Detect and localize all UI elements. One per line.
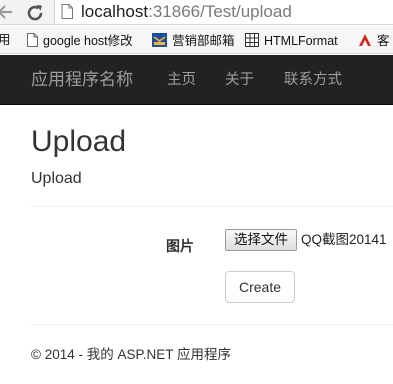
grid-icon: [245, 33, 259, 50]
page-icon: [61, 4, 73, 24]
page-title: Upload: [31, 125, 127, 158]
site-navbar: 应用程序名称 主页 关于 联系方式: [0, 55, 393, 105]
bookmark-label: google host修改: [43, 34, 133, 48]
create-button[interactable]: Create: [225, 271, 295, 303]
form-title: Upload: [31, 170, 82, 187]
divider: [31, 206, 393, 207]
image-field-label: 图片: [166, 238, 194, 254]
bookmark-label: 用: [0, 33, 11, 47]
nav-link-home[interactable]: 主页: [167, 71, 196, 89]
bookmark-item-mail[interactable]: 营销部邮箱: [152, 33, 235, 50]
bookmark-item-google-host[interactable]: google host修改: [27, 33, 133, 50]
page-icon: [27, 33, 38, 50]
bookmark-label: HTMLFormat: [264, 34, 338, 48]
url-host: localhost: [81, 2, 149, 21]
bookmark-label: 营销部邮箱: [172, 34, 235, 48]
reload-icon[interactable]: [24, 2, 46, 24]
choose-file-button[interactable]: 选择文件: [225, 229, 297, 251]
bookmark-item-last[interactable]: 客: [358, 33, 390, 50]
browser-toolbar: localhost:31866/Test/upload: [0, 0, 393, 25]
bookmark-item-0[interactable]: 用: [0, 33, 11, 47]
divider: [31, 324, 393, 325]
mail-icon: [152, 33, 167, 50]
nav-link-contact[interactable]: 联系方式: [284, 71, 342, 89]
url-path: :31866/Test/upload: [148, 2, 292, 21]
arrow-left-icon[interactable]: [0, 3, 16, 23]
red-logo-icon: [358, 33, 372, 50]
selected-file-name: QQ截图20141: [301, 232, 387, 247]
url-text: localhost:31866/Test/upload: [81, 3, 292, 21]
bookmarks-bar: 用 google host修改 营销部邮箱 HTMLFormat 客: [0, 26, 393, 54]
nav-link-about[interactable]: 关于: [225, 71, 254, 89]
bookmark-label: 客: [377, 34, 390, 48]
footer-text: © 2014 - 我的 ASP.NET 应用程序: [31, 347, 232, 362]
address-bar[interactable]: localhost:31866/Test/upload: [54, 0, 393, 24]
navbar-brand[interactable]: 应用程序名称: [31, 70, 133, 90]
bookmark-item-htmlformat[interactable]: HTMLFormat: [245, 33, 338, 50]
